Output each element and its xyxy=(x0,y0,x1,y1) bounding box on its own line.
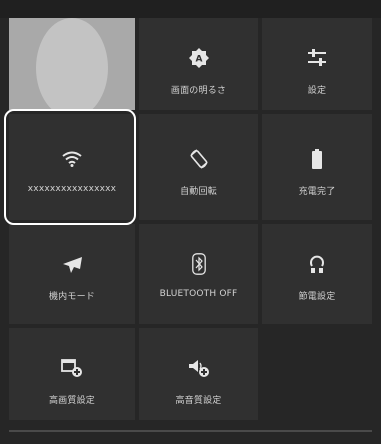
battery-tile: 充電完了 xyxy=(262,114,372,220)
hq-display-icon xyxy=(9,355,135,381)
sliders-icon xyxy=(262,45,372,71)
bluetooth-label: BLUETOOTH OFF xyxy=(159,289,238,299)
panel-handle[interactable] xyxy=(9,430,372,432)
power-saving-icon xyxy=(262,251,372,277)
bluetooth-icon xyxy=(139,251,258,277)
avatar xyxy=(36,18,108,110)
brightness-auto-icon: A xyxy=(139,45,258,71)
hq-audio-icon xyxy=(139,355,258,381)
hq-audio-label: 高音質設定 xyxy=(175,396,222,406)
battery-label: 充電完了 xyxy=(298,187,336,197)
power-saving-tile[interactable]: 節電設定 xyxy=(262,224,372,324)
settings-tile[interactable]: 設定 xyxy=(262,18,372,110)
power-saving-label: 節電設定 xyxy=(298,292,336,302)
hq-display-tile[interactable]: 高画質設定 xyxy=(9,328,135,420)
brightness-label: 画面の明るさ xyxy=(170,86,227,96)
status-bar xyxy=(0,0,381,18)
brightness-tile[interactable]: A 画面の明るさ xyxy=(139,18,258,110)
quick-settings-panel: A 画面の明るさ 設定 xxxxxxxxxxxxxxxx 自動回転 充電完了 機… xyxy=(0,0,381,444)
wifi-tile-highlight xyxy=(4,109,136,225)
screen-rotate-icon xyxy=(139,146,258,172)
airplane-icon xyxy=(9,251,135,277)
bluetooth-tile[interactable]: BLUETOOTH OFF xyxy=(139,224,258,324)
hq-display-label: 高画質設定 xyxy=(48,396,95,406)
hq-audio-tile[interactable]: 高音質設定 xyxy=(139,328,258,420)
airplane-mode-tile[interactable]: 機内モード xyxy=(9,224,135,324)
user-profile-tile[interactable] xyxy=(9,18,135,110)
airplane-mode-label: 機内モード xyxy=(48,292,95,302)
battery-full-icon xyxy=(262,146,372,172)
settings-label: 設定 xyxy=(307,86,327,96)
svg-text:A: A xyxy=(195,55,202,65)
auto-rotate-label: 自動回転 xyxy=(180,187,217,197)
auto-rotate-tile[interactable]: 自動回転 xyxy=(139,114,258,220)
